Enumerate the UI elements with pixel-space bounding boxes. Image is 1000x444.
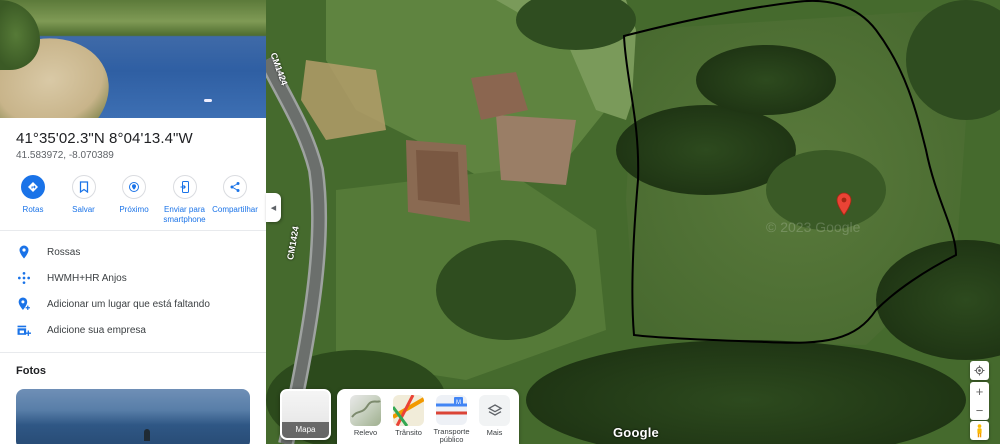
street-view-pegman[interactable] [970,421,989,440]
collapse-panel-button[interactable]: ◀ [266,193,281,222]
hero-boat [204,99,212,102]
layer-traffic[interactable]: Trânsito [387,395,430,444]
nearby-button[interactable]: Próximo [109,175,159,230]
traffic-layer-icon [393,395,424,426]
info-plus-code-text: HWMH+HR Anjos [47,272,127,284]
maps-app: 41°35'02.3"N 8°04'13.4"W 41.583972, -8.0… [0,0,1000,444]
send-to-phone-label: Enviar para smartphone [163,205,206,224]
imagery-watermark: © 2023 Google [766,219,861,235]
building-2 [496,115,576,185]
zoom-out-button[interactable]: − [970,401,989,420]
share-icon [223,175,247,199]
photos-heading: Fotos [16,365,46,377]
satellite-map[interactable]: © 2023 Google CM1424 CM1424 [266,0,1000,444]
info-list: Rossas HWMH+HR Anjos Adicionar um lugar … [0,231,266,343]
transit-layer-icon: M [436,395,467,425]
layers-icon [479,395,510,426]
share-label: Compartilhar [212,205,258,214]
send-to-phone-button[interactable]: Enviar para smartphone [160,175,210,230]
layer-more[interactable]: Mais [473,395,516,444]
action-bar: Rotas Salvar Próximo Enviar para smartph… [0,161,266,231]
google-logo: Google [613,425,659,440]
zoom-controls: + − [970,382,989,420]
add-business-icon [16,322,32,338]
layer-terrain-label: Relevo [353,428,378,437]
trees-3 [766,150,886,230]
pegman-icon [977,423,982,437]
send-to-phone-icon [172,175,197,199]
bookmark-icon [71,175,96,199]
place-hero-image[interactable] [0,0,266,118]
layer-transit[interactable]: M Transporte público [430,395,473,444]
info-row-plus-code[interactable]: HWMH+HR Anjos [0,265,266,291]
trees-2 [696,45,836,115]
layer-toggle-label: Mapa [282,422,329,438]
save-label: Salvar [72,205,95,214]
photo-person [144,429,150,441]
location-pin-icon [16,244,32,260]
terrain-layer-icon [350,395,381,426]
place-subtitle: 41.583972, -8.070389 [16,150,114,161]
save-button[interactable]: Salvar [59,175,109,230]
my-location-icon [974,365,985,376]
chevron-left-icon: ◀ [270,204,277,212]
layer-terrain[interactable]: Relevo [344,395,387,444]
plus-code-icon [16,270,32,286]
directions-label: Rotas [22,205,44,214]
share-button[interactable]: Compartilhar [210,175,260,230]
directions-button[interactable]: Rotas [8,175,58,230]
building-1-roof [416,150,460,205]
info-row-add-place[interactable]: Adicionar um lugar que está faltando [0,291,266,317]
trees-5 [436,240,576,340]
place-title: 41°35'02.3"N 8°04'13.4"W [16,130,193,147]
place-panel: 41°35'02.3"N 8°04'13.4"W 41.583972, -8.0… [0,0,266,444]
info-add-business-text: Adicione sua empresa [47,324,146,336]
info-row-add-business[interactable]: Adicione sua empresa [0,317,266,343]
my-location-button[interactable] [970,361,989,380]
layer-more-label: Mais [486,428,503,437]
layer-toggle-map[interactable]: Mapa [280,389,331,440]
layer-transit-label: Transporte público [433,427,470,444]
nearby-label: Próximo [119,205,149,214]
photo-thumbnail[interactable] [16,389,250,444]
map-imagery: © 2023 Google [266,0,1000,444]
layers-panel: Relevo Trânsito M Transporte público Mai… [337,389,519,444]
directions-icon [21,175,45,199]
info-add-place-text: Adicionar um lugar que está faltando [47,298,210,310]
layer-traffic-label: Trânsito [395,428,422,437]
place-header: 41°35'02.3"N 8°04'13.4"W 41.583972, -8.0… [0,118,266,161]
info-locality-text: Rossas [47,246,81,258]
svg-text:M: M [456,400,461,406]
zoom-in-button[interactable]: + [970,382,989,401]
info-row-locality[interactable]: Rossas [0,239,266,265]
nearby-icon [122,175,146,199]
add-place-icon [16,296,32,312]
